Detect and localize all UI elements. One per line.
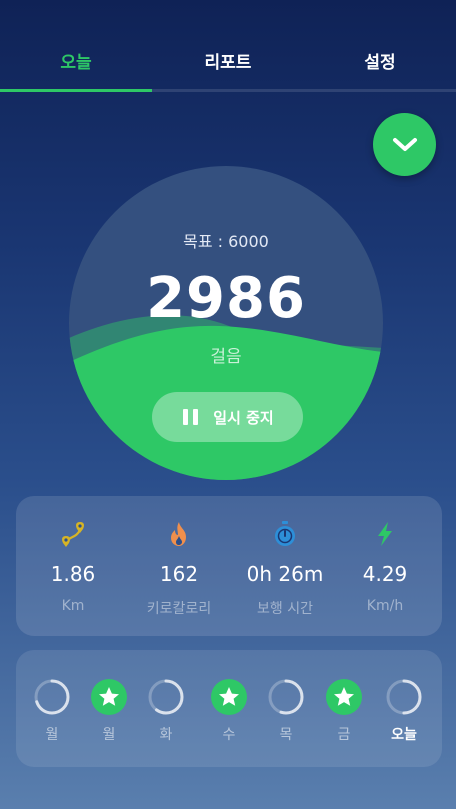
progress-ring [386, 679, 422, 715]
day-item[interactable]: 목 [256, 650, 316, 767]
pause-button[interactable]: 일시 중지 [152, 392, 303, 442]
walking-time-label: 보행 시간 [257, 601, 313, 617]
distance-value: 1.86 [50, 562, 96, 586]
step-progress-circle: 목표 : 6000 2986 걸음 일시 중지 [69, 166, 383, 480]
walking-time-value: 0h 26m [246, 562, 324, 586]
stopwatch-icon [275, 521, 295, 546]
stat-speed: 4.29 Km/h [332, 496, 438, 636]
progress-ring [148, 679, 184, 715]
speed-label: Km/h [366, 598, 404, 614]
calories-label: 키로칼로리 [146, 601, 212, 617]
calories-value: 162 [159, 562, 199, 586]
chevron-down-icon [392, 137, 417, 151]
stat-walking-time: 0h 26m 보행 시간 [232, 496, 338, 636]
step-count: 2986 [146, 266, 306, 331]
route-icon [62, 522, 84, 547]
progress-ring [268, 679, 304, 715]
star-badge-icon [91, 679, 127, 715]
day-label: 월 [102, 727, 116, 743]
goal-label: 목표 : 6000 [183, 232, 269, 251]
tab-bar: 오늘 리포트 설정 [0, 0, 456, 92]
tab-settings[interactable]: 설정 [304, 48, 456, 73]
star-badge-icon [326, 679, 362, 715]
flame-icon [171, 522, 186, 546]
pause-icon [181, 409, 201, 425]
day-label: 화 [159, 727, 173, 743]
weekly-progress-card: 월 월 화 수 목 금 오늘 [16, 650, 442, 767]
tab-today[interactable]: 오늘 [0, 48, 152, 73]
speed-value: 4.29 [362, 562, 408, 586]
tab-report[interactable]: 리포트 [152, 48, 304, 73]
progress-ring [34, 679, 70, 715]
day-item-today[interactable]: 오늘 [374, 650, 434, 767]
day-label: 목 [279, 727, 293, 743]
lightning-icon [378, 522, 392, 546]
day-item[interactable]: 수 [199, 650, 259, 767]
day-label: 금 [337, 727, 351, 743]
stats-card: 1.86 Km 162 키로칼로리 0h 26m 보행 시간 4.29 Km/h [16, 496, 442, 636]
star-badge-icon [211, 679, 247, 715]
tab-active-indicator [0, 89, 152, 92]
distance-label: Km [61, 598, 85, 614]
day-item[interactable]: 금 [314, 650, 374, 767]
stat-distance: 1.86 Km [20, 496, 126, 636]
day-label: 수 [222, 727, 236, 743]
stat-calories: 162 키로칼로리 [126, 496, 232, 636]
day-label: 오늘 [391, 727, 417, 743]
step-unit: 걸음 [210, 347, 242, 367]
pause-button-label: 일시 중지 [213, 408, 274, 427]
day-item[interactable]: 월 [22, 650, 82, 767]
day-label: 월 [45, 727, 59, 743]
day-item[interactable]: 화 [136, 650, 196, 767]
day-item[interactable]: 월 [79, 650, 139, 767]
